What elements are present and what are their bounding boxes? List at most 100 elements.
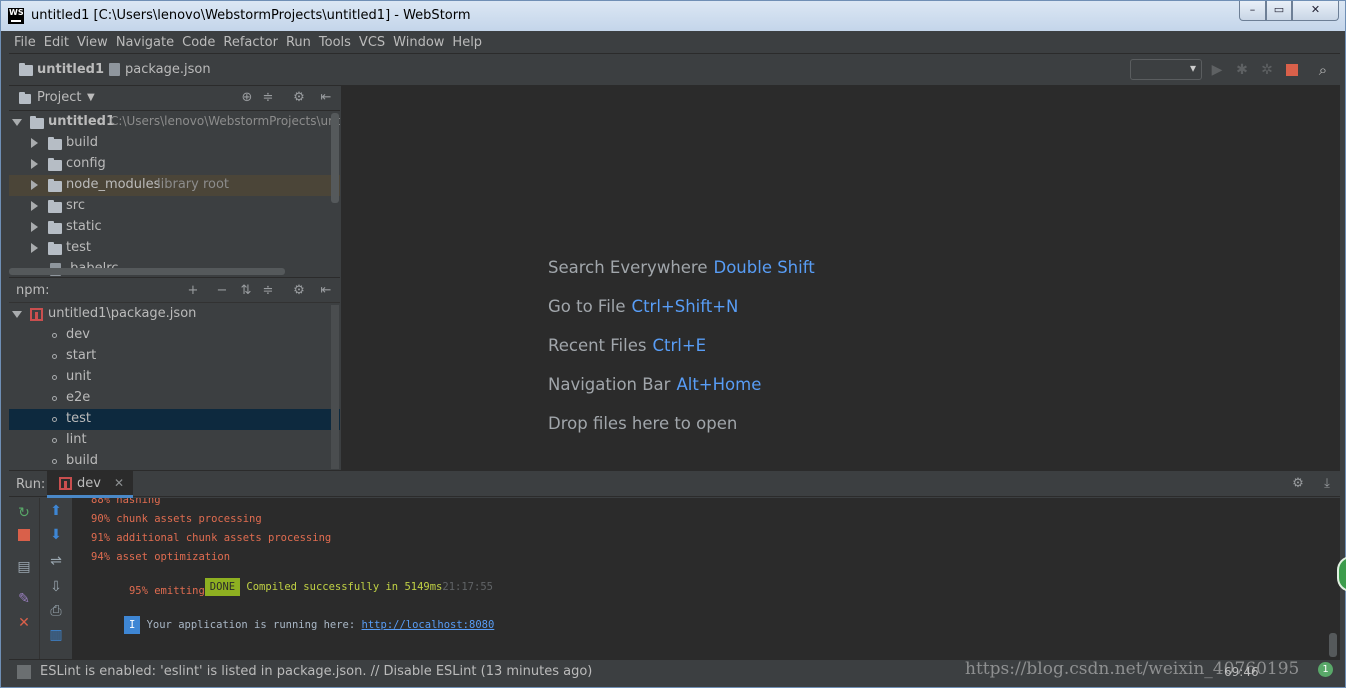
add-icon[interactable]: + <box>185 283 201 299</box>
print-icon[interactable]: ⎙ <box>48 603 64 619</box>
hint-shortcut: Ctrl+Shift+N <box>631 297 739 316</box>
gear-icon[interactable]: ⚙ <box>1290 476 1306 492</box>
menu-file[interactable]: File <box>14 35 36 50</box>
collapse-arrow-icon[interactable] <box>31 222 38 232</box>
npm-script-unit[interactable]: unit <box>9 367 340 388</box>
pin-icon[interactable]: ✎ <box>16 591 32 607</box>
debug-icon[interactable]: ✱ <box>1234 62 1250 78</box>
layout-icon[interactable]: ▤ <box>16 559 32 575</box>
collapse-arrow-icon[interactable] <box>31 138 38 148</box>
collapse-arrow-icon[interactable] <box>31 243 38 253</box>
menu-refactor[interactable]: Refactor <box>223 35 278 50</box>
menu-window[interactable]: Window <box>393 35 444 50</box>
console-line: 88% hashing <box>91 498 161 506</box>
menu-code[interactable]: Code <box>182 35 215 50</box>
collapse-all-icon[interactable]: ≑ <box>260 283 276 299</box>
arrow-down-icon[interactable]: ⬇ <box>48 527 64 543</box>
localhost-link[interactable]: http://localhost:8080 <box>362 619 495 631</box>
title-bar: WS untitled1 [C:\Users\lenovo\WebstormPr… <box>1 1 1345 31</box>
running-message: Your application is running here: <box>140 619 362 631</box>
trash-icon[interactable]: ▥ <box>48 627 64 643</box>
npm-scrollbar[interactable] <box>331 305 339 469</box>
breadcrumb-project[interactable]: untitled1 <box>37 62 104 77</box>
npm-tree: untitled1\package.json dev start unit e2… <box>9 304 340 469</box>
tree-item[interactable]: test <box>9 238 340 259</box>
tree-root[interactable]: untitled1 C:\Users\lenovo\WebstormProjec… <box>9 112 340 133</box>
run-configuration-select[interactable] <box>1130 59 1202 80</box>
maximize-button[interactable]: ▭ <box>1266 1 1292 21</box>
project-view-select[interactable]: Project <box>37 90 81 105</box>
stop-icon[interactable] <box>1284 62 1300 78</box>
collapse-all-icon[interactable]: ≑ <box>260 90 276 106</box>
coverage-icon[interactable]: ✲ <box>1259 62 1275 78</box>
script-icon <box>52 459 57 464</box>
stop-icon[interactable] <box>16 529 32 545</box>
run-tab-label: dev <box>77 476 101 491</box>
expand-arrow-icon[interactable] <box>12 119 22 126</box>
project-tree: untitled1 C:\Users\lenovo\WebstormProjec… <box>9 112 340 277</box>
tree-item[interactable]: static <box>9 217 340 238</box>
menu-navigate[interactable]: Navigate <box>116 35 174 50</box>
close-button[interactable]: ✕ <box>1292 1 1339 21</box>
chevron-down-icon[interactable]: ▼ <box>87 92 95 103</box>
close-icon[interactable]: ✕ <box>114 476 124 490</box>
collapse-arrow-icon[interactable] <box>31 201 38 211</box>
project-horizontal-scrollbar[interactable] <box>9 268 285 275</box>
tree-item-label: src <box>66 198 85 213</box>
menu-tools[interactable]: Tools <box>319 35 351 50</box>
run-console[interactable]: 88% hashing 90% chunk assets processing … <box>72 498 1340 659</box>
collapse-arrow-icon[interactable] <box>31 159 38 169</box>
status-message[interactable]: ESLint is enabled: 'eslint' is listed in… <box>40 664 592 679</box>
gear-icon[interactable]: ⚙ <box>291 90 307 106</box>
npm-package[interactable]: untitled1\package.json <box>9 304 340 325</box>
remove-icon[interactable]: − <box>214 283 230 299</box>
tool-windows-icon[interactable] <box>17 665 31 679</box>
menu-edit[interactable]: Edit <box>44 35 69 50</box>
run-icon[interactable]: ▶ <box>1209 62 1225 78</box>
tree-item[interactable]: build <box>9 133 340 154</box>
npm-panel-title: npm: <box>16 283 50 298</box>
npm-script-build[interactable]: build <box>9 451 340 469</box>
npm-script-lint[interactable]: lint <box>9 430 340 451</box>
editor-area[interactable]: Search Everywhere Double Shift Go to File… <box>341 86 1340 470</box>
npm-script-start[interactable]: start <box>9 346 340 367</box>
minimize-button[interactable]: – <box>1239 1 1266 21</box>
scroll-to-end-icon[interactable]: ⇩ <box>48 579 64 595</box>
run-tab-dev[interactable]: dev ✕ <box>47 471 133 498</box>
tree-item[interactable]: node_modules library root <box>9 175 340 196</box>
compiled-message: Compiled successfully in 5149ms <box>240 581 443 593</box>
tree-item[interactable]: config <box>9 154 340 175</box>
collapse-arrow-icon[interactable] <box>31 180 38 190</box>
script-icon <box>52 396 57 401</box>
search-icon[interactable]: ⌕ <box>1315 62 1331 78</box>
soft-wrap-icon[interactable]: ⇌ <box>48 553 64 569</box>
ide-window: WS untitled1 [C:\Users\lenovo\WebstormPr… <box>0 0 1346 688</box>
rerun-icon[interactable]: ↻ <box>16 505 32 521</box>
arrow-up-icon[interactable]: ⬆ <box>48 503 64 519</box>
console-scrollbar[interactable] <box>1329 633 1337 657</box>
hint-text: Go to File <box>548 297 626 316</box>
menu-help[interactable]: Help <box>452 35 482 50</box>
npm-script-test[interactable]: test <box>9 409 340 430</box>
menu-view[interactable]: View <box>77 35 108 50</box>
hide-panel-icon[interactable]: ⤓ <box>1319 476 1335 492</box>
project-scrollbar[interactable] <box>331 113 339 203</box>
event-log-badge[interactable]: 1 <box>1318 662 1333 677</box>
menu-run[interactable]: Run <box>286 35 311 50</box>
hint-text: Search Everywhere <box>548 258 708 277</box>
expand-arrow-icon[interactable] <box>12 311 22 318</box>
hide-panel-icon[interactable]: ⇤ <box>318 90 334 106</box>
refresh-icon[interactable]: ⇅ <box>238 283 254 299</box>
breadcrumb-file[interactable]: package.json <box>125 62 211 77</box>
tree-item-label: node_modules <box>66 177 161 192</box>
npm-script-e2e[interactable]: e2e <box>9 388 340 409</box>
npm-script-dev[interactable]: dev <box>9 325 340 346</box>
locate-icon[interactable]: ⊕ <box>239 90 255 106</box>
close-icon[interactable]: ✕ <box>16 615 32 631</box>
hide-panel-icon[interactable]: ⇤ <box>318 283 334 299</box>
gear-icon[interactable]: ⚙ <box>291 283 307 299</box>
script-icon <box>52 375 57 380</box>
menu-vcs[interactable]: VCS <box>359 35 385 50</box>
tree-item[interactable]: src <box>9 196 340 217</box>
npm-script-label: unit <box>66 369 92 384</box>
